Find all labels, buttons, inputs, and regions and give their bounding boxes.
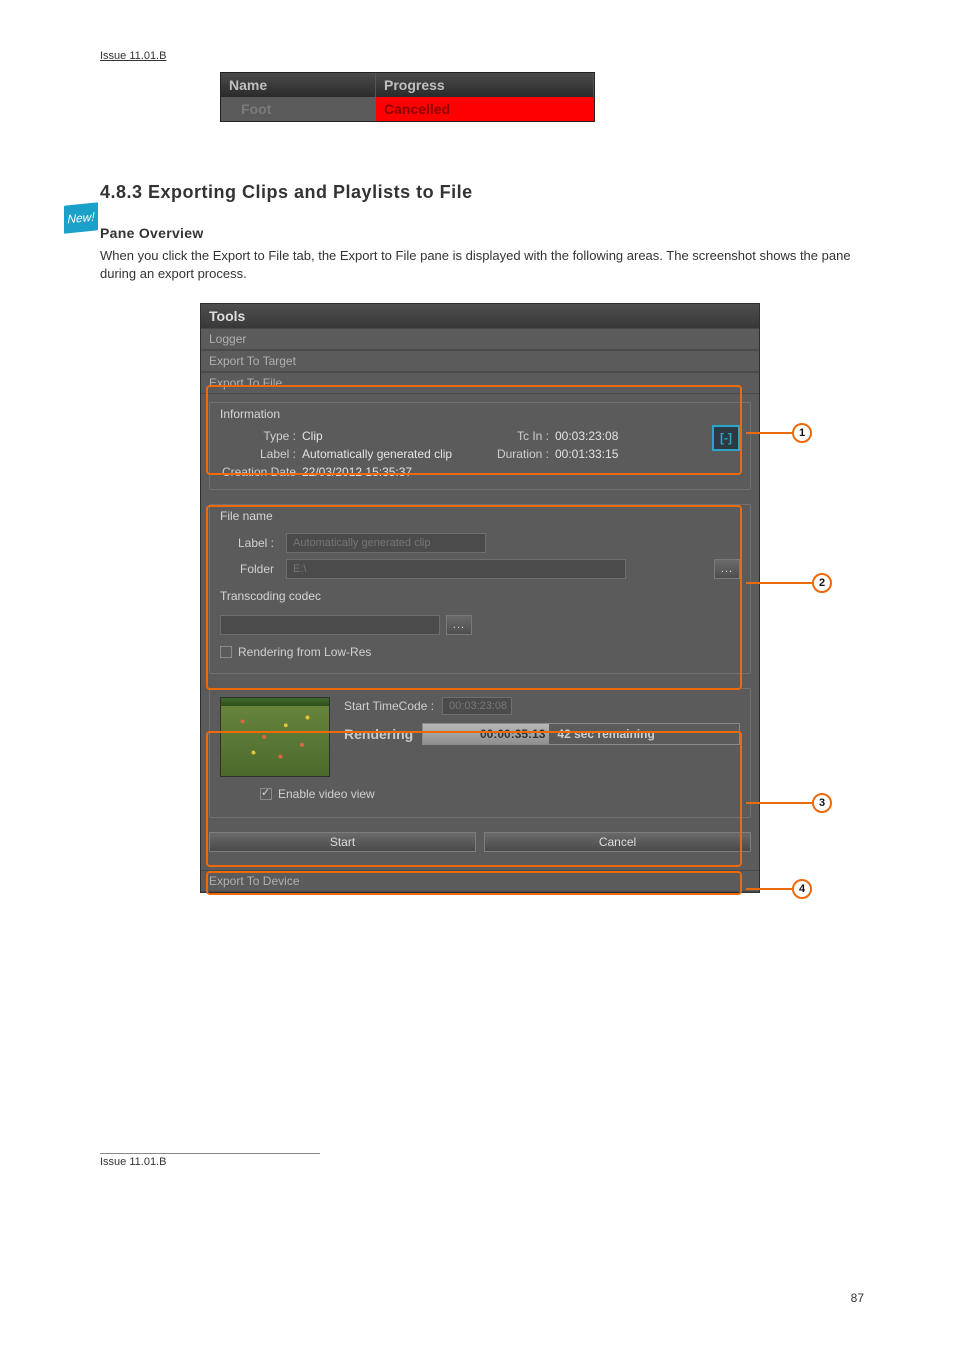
video-thumbnail xyxy=(220,697,330,777)
label-value: Automatically generated clip xyxy=(302,447,452,461)
enable-video-view-label: Enable video view xyxy=(278,787,375,801)
callout-1: 1 xyxy=(792,423,812,443)
callout-3: 3 xyxy=(812,793,832,813)
start-tc-value: 00:03:23:08 xyxy=(442,697,512,715)
tab-export-to-target[interactable]: Export To Target xyxy=(201,350,759,372)
information-label: Information xyxy=(220,407,740,421)
lowres-label: Rendering from Low-Res xyxy=(238,645,371,659)
page-number: 87 xyxy=(851,1291,864,1305)
enable-video-view-checkbox[interactable] xyxy=(260,788,272,800)
created-value: 22/03/2012 15:35:37 xyxy=(302,465,412,479)
start-button[interactable]: Start xyxy=(209,832,476,852)
tab-logger[interactable]: Logger xyxy=(201,328,759,350)
row-name: Foot xyxy=(221,97,376,121)
filename-codec-group: File name Label : Folder ... Transcoding… xyxy=(209,504,751,674)
filename-input[interactable] xyxy=(286,533,486,553)
tab-export-to-file[interactable]: Export To File xyxy=(201,372,759,394)
collapse-icon[interactable]: [-] xyxy=(712,425,740,451)
tools-title: Tools xyxy=(201,304,759,328)
new-badge: New! xyxy=(64,202,98,234)
cancel-button[interactable]: Cancel xyxy=(484,832,751,852)
cancel-table: Name Progress Foot Cancelled xyxy=(220,72,595,122)
rendering-label: Rendering xyxy=(344,726,414,742)
col-header-name: Name xyxy=(221,73,376,97)
callout-4: 4 xyxy=(792,879,812,899)
information-group: Information Type :Clip Label :Automatica… xyxy=(209,402,751,490)
duration-value: 00:01:33:15 xyxy=(555,447,618,461)
lowres-checkbox[interactable] xyxy=(220,646,232,658)
codec-select[interactable] xyxy=(220,615,440,635)
tools-panel: Tools Logger Export To Target Export To … xyxy=(200,303,760,893)
filename-group-label: File name xyxy=(220,509,740,523)
elapsed-time: 00:00:35:13 xyxy=(480,727,545,741)
row-progress: Cancelled xyxy=(376,97,594,121)
type-value: Clip xyxy=(302,429,323,443)
folder-input[interactable] xyxy=(286,559,626,579)
remaining-time: 42 sec remaining xyxy=(557,727,654,741)
browse-folder-button[interactable]: ... xyxy=(714,559,740,579)
created-label: Creation Date xyxy=(220,465,302,479)
issue-top: Issue 11.01.B xyxy=(100,50,884,62)
intro-text: When you click the Export to File tab, t… xyxy=(100,247,884,283)
col-header-progress: Progress xyxy=(376,73,594,97)
start-tc-label: Start TimeCode : xyxy=(344,699,434,713)
tcin-label: Tc In : xyxy=(495,429,555,443)
monitor-group: Start TimeCode : 00:03:23:08 Rendering 0… xyxy=(209,688,751,818)
codec-group-label: Transcoding codec xyxy=(220,589,740,603)
section-heading: 4.8.3 Exporting Clips and Playlists to F… xyxy=(100,182,884,203)
duration-label: Duration : xyxy=(495,447,555,461)
callout-2: 2 xyxy=(812,573,832,593)
fn-label-lbl: Label : xyxy=(220,536,280,550)
tab-export-to-device[interactable]: Export To Device xyxy=(201,870,759,892)
type-label: Type : xyxy=(220,429,302,443)
subsection-heading: Pane Overview xyxy=(100,225,884,241)
tcin-value: 00:03:23:08 xyxy=(555,429,618,443)
browse-codec-button[interactable]: ... xyxy=(446,615,472,635)
folder-lbl: Folder xyxy=(220,562,280,576)
footer-issue: Issue 11.01.B xyxy=(100,1153,320,1168)
progress-bar: 00:00:35:13 42 sec remaining xyxy=(422,723,740,745)
label-label: Label : xyxy=(220,447,302,461)
